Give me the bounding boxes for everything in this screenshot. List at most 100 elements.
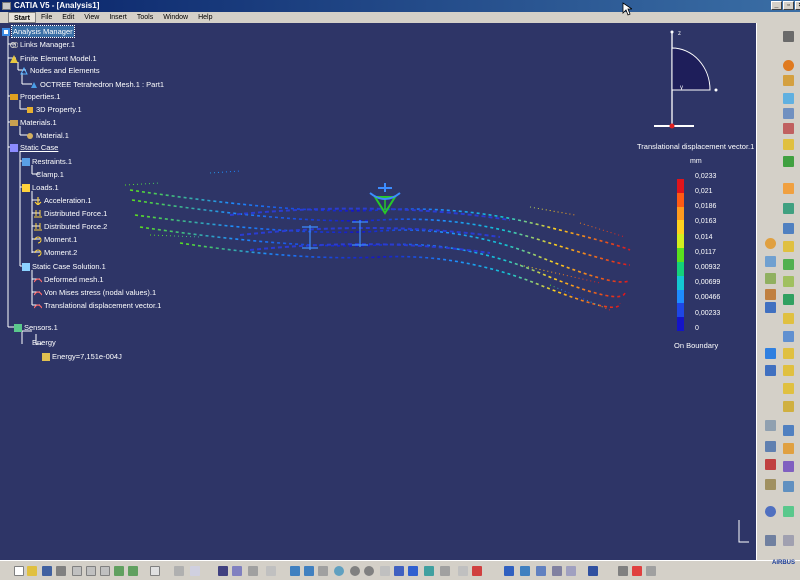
pan-icon[interactable] xyxy=(318,566,328,576)
tree-distributed-force-1[interactable]: Distributed Force.1 xyxy=(34,208,107,219)
minimize-button[interactable]: _ xyxy=(771,1,782,10)
displacement-plot[interactable] xyxy=(120,165,640,325)
redo-icon[interactable] xyxy=(128,566,138,576)
bearing-load-icon[interactable] xyxy=(783,294,794,305)
seam-weld-icon[interactable] xyxy=(783,481,794,492)
enforced-displacement-icon[interactable] xyxy=(783,401,794,412)
animate-tool-icon[interactable] xyxy=(552,566,562,576)
cut-plane-icon[interactable] xyxy=(536,566,546,576)
tree-material[interactable]: Material.1 xyxy=(26,130,69,141)
shading-icon[interactable] xyxy=(408,566,418,576)
comment-icon[interactable] xyxy=(190,566,200,576)
spot-weld-icon[interactable] xyxy=(765,479,776,490)
tree-finite-element-model[interactable]: Finite Element Model.1 xyxy=(10,53,97,64)
contact-icon[interactable] xyxy=(765,441,776,452)
menu-start[interactable]: Start xyxy=(8,12,36,23)
tree-materials[interactable]: Materials.1 xyxy=(10,117,57,128)
tree-deformed-mesh[interactable]: Deformed mesh.1 xyxy=(34,274,104,285)
normal-view-icon[interactable] xyxy=(380,566,390,576)
fit-all-icon[interactable] xyxy=(304,566,314,576)
paste-icon[interactable] xyxy=(100,566,110,576)
tree-octree-mesh[interactable]: OCTREE Tetrahedron Mesh.1 : Part1 xyxy=(30,79,164,90)
tree-moment-1[interactable]: Moment.1 xyxy=(34,234,77,245)
analysis-tool-icon[interactable] xyxy=(248,566,258,576)
catia-app-icon[interactable] xyxy=(2,2,11,10)
menu-insert[interactable]: Insert xyxy=(104,12,132,23)
tree-energy-value[interactable]: Energy=7,151e-004J xyxy=(42,351,122,362)
extrema-icon[interactable] xyxy=(618,566,628,576)
acceleration-tool-icon[interactable] xyxy=(783,313,794,324)
pressure-fitting-icon[interactable] xyxy=(765,459,776,470)
stress-icon[interactable] xyxy=(783,223,794,234)
copy-icon[interactable] xyxy=(86,566,96,576)
rigid-part-icon[interactable] xyxy=(765,365,776,376)
tree-nodes-elements[interactable]: Nodes and Elements xyxy=(20,65,100,76)
generate-image-icon[interactable] xyxy=(765,535,776,546)
surface-force-icon[interactable] xyxy=(783,365,794,376)
formula-icon[interactable] xyxy=(174,566,184,576)
tree-acceleration[interactable]: Acceleration.1 xyxy=(34,195,92,206)
close-button[interactable]: × xyxy=(795,1,800,10)
menu-view[interactable]: View xyxy=(79,12,104,23)
cut-icon[interactable] xyxy=(72,566,82,576)
material-tool-icon[interactable] xyxy=(783,123,794,134)
moment-tool-icon[interactable] xyxy=(783,276,794,287)
print-icon[interactable] xyxy=(56,566,66,576)
view-compass[interactable]: z y xyxy=(650,28,730,133)
compute-icon[interactable] xyxy=(783,60,794,71)
menu-help[interactable]: Help xyxy=(193,12,217,23)
report-tool-icon[interactable] xyxy=(588,566,598,576)
multi-view-icon[interactable] xyxy=(458,566,468,576)
sliding-pivot-icon[interactable] xyxy=(765,302,776,313)
tree-static-case[interactable]: Static Case xyxy=(10,142,58,153)
analysis-connection-icon[interactable] xyxy=(765,420,776,431)
catalog-icon[interactable] xyxy=(218,566,228,576)
tree-properties[interactable]: Properties.1 xyxy=(10,91,60,102)
tree-loads[interactable]: Loads.1 xyxy=(22,182,59,193)
slider-icon[interactable] xyxy=(765,256,776,267)
tree-static-case-solution[interactable]: Static Case Solution.1 xyxy=(22,261,106,272)
tree-sensors[interactable]: Sensors.1 xyxy=(14,322,58,333)
virtual-part-icon[interactable] xyxy=(765,348,776,359)
measure-icon[interactable] xyxy=(266,566,276,576)
tree-energy[interactable]: Energy xyxy=(32,337,56,348)
pivot-icon[interactable] xyxy=(765,289,776,300)
info-icon[interactable] xyxy=(632,566,642,576)
animate-icon[interactable] xyxy=(783,535,794,546)
force-icon[interactable] xyxy=(783,259,794,270)
properties-tool-icon[interactable] xyxy=(783,108,794,119)
mesh-spec-icon[interactable] xyxy=(783,93,794,104)
toolbar-grip-icon[interactable] xyxy=(783,31,794,42)
zoom-out-icon[interactable] xyxy=(364,566,374,576)
fly-icon[interactable] xyxy=(290,566,300,576)
hide-show-icon[interactable] xyxy=(424,566,434,576)
menu-file[interactable]: File xyxy=(36,12,57,23)
color-scale-bar[interactable] xyxy=(677,179,684,331)
rotation-force-icon[interactable] xyxy=(783,331,794,342)
tree-clamp[interactable]: Clamp.1 xyxy=(36,169,64,180)
connection-property-icon[interactable] xyxy=(783,425,794,436)
deformation-icon[interactable] xyxy=(783,203,794,214)
undo-icon[interactable] xyxy=(114,566,124,576)
restraint-tool-icon[interactable] xyxy=(783,139,794,150)
material-apply-icon[interactable] xyxy=(472,566,482,576)
tree-analysis-manager[interactable]: Analysis Manager xyxy=(2,25,75,38)
open-folder-icon[interactable] xyxy=(27,566,37,576)
line-force-icon[interactable] xyxy=(783,348,794,359)
tree-links-manager[interactable]: Links Manager.1 xyxy=(10,39,75,50)
mesh-visual-icon[interactable] xyxy=(504,566,514,576)
restore-button[interactable]: ▫ xyxy=(783,1,794,10)
pressure-icon[interactable] xyxy=(783,241,794,252)
clipping-icon[interactable] xyxy=(520,566,530,576)
tree-moment-2[interactable]: Moment.2 xyxy=(34,247,77,258)
table-icon[interactable] xyxy=(232,566,242,576)
zoom-in-icon[interactable] xyxy=(350,566,360,576)
image-tool-icon[interactable] xyxy=(783,183,794,194)
new-file-icon[interactable] xyxy=(14,566,24,576)
bolt-tightening-icon[interactable] xyxy=(783,461,794,472)
whats-this-icon[interactable] xyxy=(150,566,160,576)
menu-tools[interactable]: Tools xyxy=(132,12,158,23)
tree-restraints[interactable]: Restraints.1 xyxy=(22,156,72,167)
save-icon[interactable] xyxy=(42,566,52,576)
compute-all-icon[interactable] xyxy=(783,75,794,86)
